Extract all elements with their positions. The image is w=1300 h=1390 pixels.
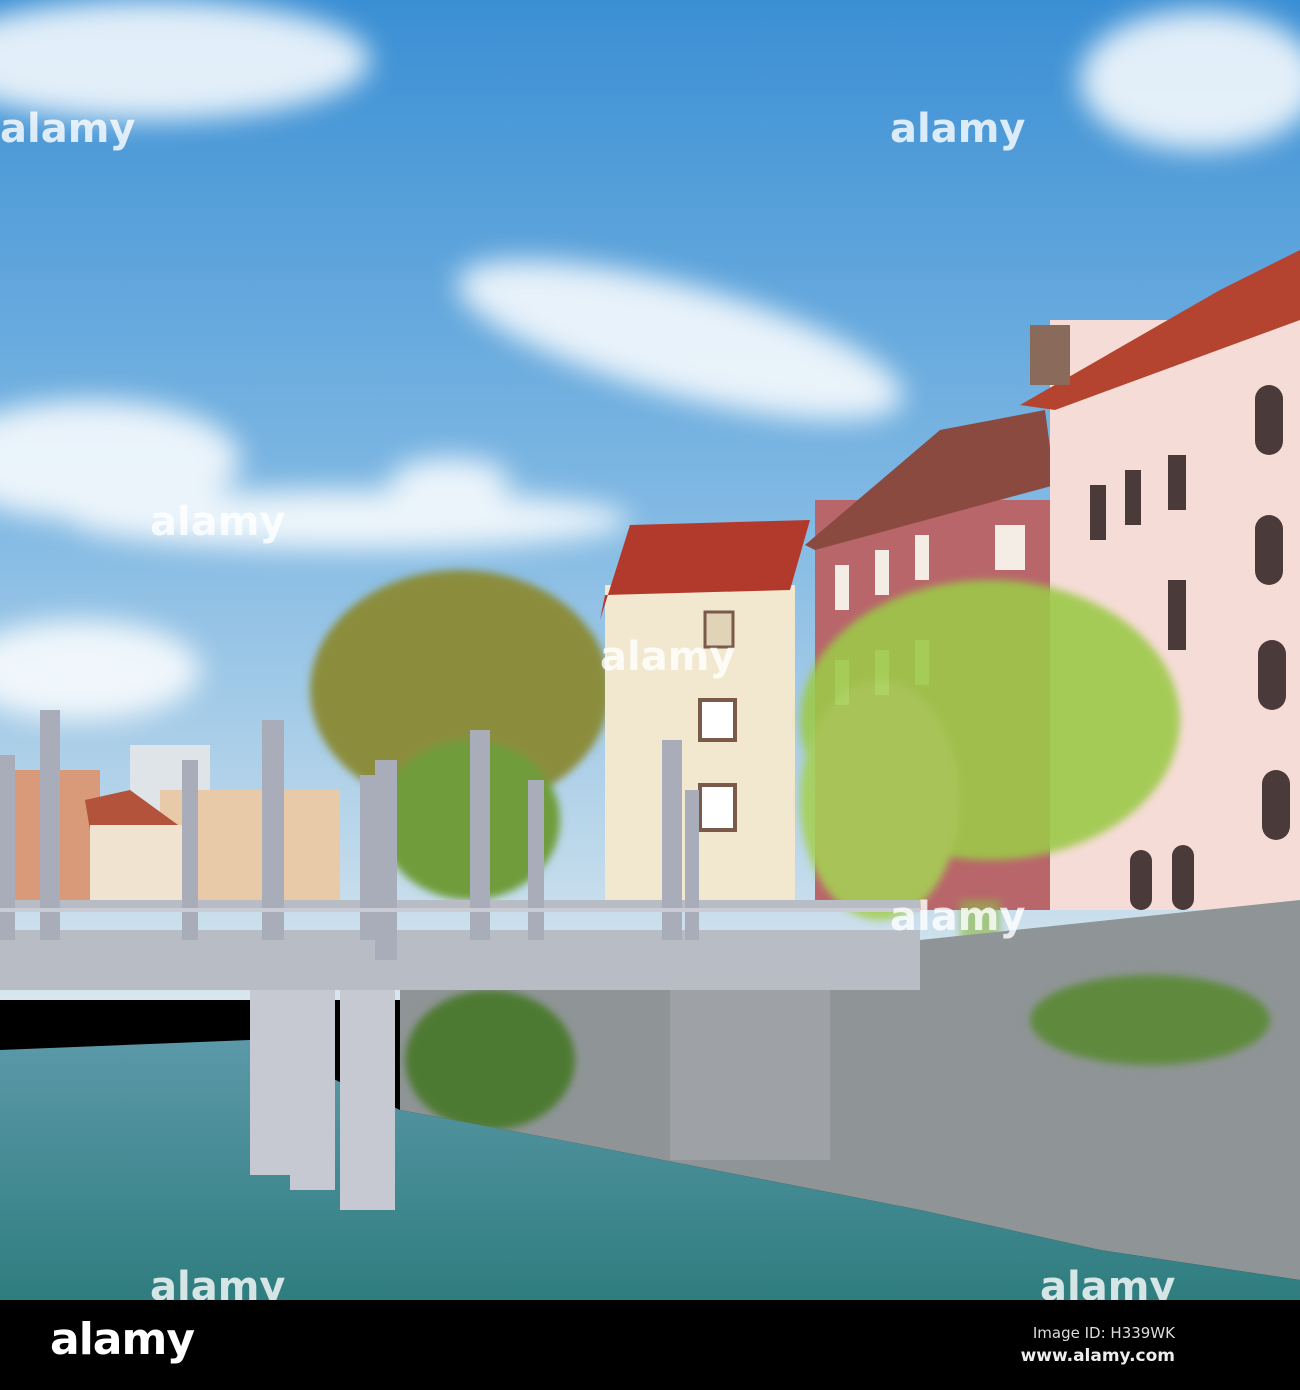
footer-bar: alamy Image ID: H339WK www.alamy.com (0, 1300, 1300, 1390)
svg-text:alamy: alamy (150, 1264, 285, 1300)
svg-text:alamy: alamy (0, 106, 135, 152)
svg-text:alamy: alamy (1040, 1264, 1175, 1300)
svg-text:alamy: alamy (890, 106, 1025, 152)
site-url: www.alamy.com (1020, 1346, 1175, 1366)
photo: alamy alamy alamy alamy alamy alamy alam… (0, 0, 1300, 1300)
svg-text:alamy: alamy (600, 634, 735, 680)
cream-building (600, 520, 810, 905)
alamy-logo: alamy (50, 1314, 195, 1365)
svg-text:alamy: alamy (890, 894, 1025, 940)
image-id: Image ID: H339WK (1032, 1324, 1175, 1342)
svg-text:alamy: alamy (150, 499, 285, 545)
